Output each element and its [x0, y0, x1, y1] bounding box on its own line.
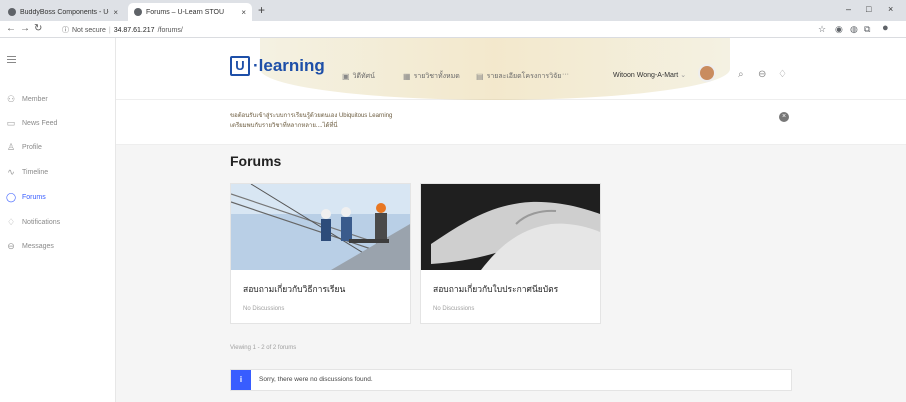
forum-title[interactable]: สอบถามเกี่ยวกับใบประกาศนียบัตร	[433, 282, 558, 296]
sidebar-item-profile[interactable]: ♙ Profile	[6, 140, 42, 154]
welcome-notice: ขอต้อนรับเข้าสู่ระบบการเรียนรู้ด้วยตนเอง…	[116, 100, 906, 145]
info-message: Sorry, there were no discussions found.	[259, 376, 373, 383]
search-icon[interactable]: ⌕	[738, 69, 744, 80]
bell-icon[interactable]: ♢	[778, 69, 787, 80]
forums-icon: ◯	[6, 191, 17, 202]
security-label: Not secure	[72, 26, 106, 34]
new-tab-button[interactable]: +	[258, 3, 265, 17]
puzzle-icon[interactable]: ⧉	[864, 24, 870, 35]
site-header: U ·learning ▣ วิดีทัศน์ ▦ รายวิชาทั้งหมด…	[116, 38, 906, 100]
sidebar-item-messages[interactable]: ⊖ Messages	[6, 239, 54, 253]
forum-discussion-count: No Discussions	[243, 306, 285, 312]
header-watermark	[260, 38, 730, 100]
tab-title: BuddyBoss Components - U-Lea	[20, 8, 109, 16]
maximize-button[interactable]: □	[866, 4, 871, 14]
info-icon: i	[231, 370, 251, 390]
sidebar: ⚇ Member ▭ News Feed ♙ Profile ∿ Timelin…	[0, 38, 116, 402]
notice-line-1: ขอต้อนรับเข้าสู่ระบบการเรียนรู้ด้วยตนเอง…	[230, 113, 393, 119]
sidebar-item-label: Forums	[22, 193, 46, 201]
menu-more-button[interactable]: ···	[562, 71, 569, 78]
sidebar-item-label: Timeline	[22, 168, 49, 176]
menu-toggle-icon[interactable]	[7, 56, 16, 65]
user-name: Witoon Wong-A-Mart	[613, 72, 679, 79]
page-title: Forums	[230, 153, 282, 169]
forum-card[interactable]: สอบถามเกี่ยวกับวิธีการเรียน No Discussio…	[230, 183, 411, 324]
sidebar-item-forums[interactable]: ◯ Forums	[6, 190, 46, 204]
forward-icon[interactable]: →	[20, 23, 30, 34]
menu-item-research[interactable]: ▤ รายละเอียดโครงการวิจัย	[476, 71, 561, 82]
reload-icon[interactable]: ↻	[34, 23, 42, 34]
url-field[interactable]: ⓘ Not secure | 34.87.61.217/forums/	[62, 24, 183, 36]
news-feed-icon: ▭	[6, 117, 16, 128]
close-notice-icon[interactable]: ×	[779, 112, 789, 122]
notifications-icon: ♢	[6, 216, 16, 227]
timeline-icon: ∿	[7, 166, 15, 177]
minimize-button[interactable]: –	[846, 4, 851, 14]
chevron-down-icon: ⌄	[680, 72, 687, 79]
messages-icon[interactable]: ⊖	[758, 69, 766, 80]
sidebar-item-notifications[interactable]: ♢ Notifications	[6, 215, 60, 229]
sidebar-item-member[interactable]: ⚇ Member	[6, 92, 48, 106]
sidebar-item-label: News Feed	[22, 119, 58, 127]
info-icon[interactable]: ⓘ	[62, 25, 69, 35]
extension-icon[interactable]: ◉	[835, 24, 843, 35]
extension-icon[interactable]: ◍	[850, 24, 858, 35]
url-host: 34.87.61.217	[113, 26, 155, 34]
menu-item-label: รายละเอียดโครงการวิจัย	[486, 73, 562, 80]
sidebar-item-label: Notifications	[22, 218, 61, 226]
profile-icon: ♙	[6, 141, 16, 152]
forum-discussion-count: No Discussions	[433, 306, 475, 312]
favicon-icon	[134, 8, 142, 16]
user-menu[interactable]: Witoon Wong-A-Mart ⌄	[613, 71, 686, 79]
logo-wordmark: ·learning	[253, 56, 325, 75]
site-logo[interactable]: U ·learning	[230, 56, 325, 76]
tab-title: Forums – U-Learn STOU	[146, 8, 225, 16]
info-message-box: i Sorry, there were no discussions found…	[230, 369, 792, 391]
sidebar-item-timeline[interactable]: ∿ Timeline	[6, 165, 48, 179]
browser-tab-buddyboss[interactable]: BuddyBoss Components - U-Lea ×	[2, 3, 124, 21]
video-icon: ▣	[342, 72, 350, 81]
courses-icon: ▦	[403, 72, 411, 81]
url-path: /forums/	[157, 26, 183, 34]
logo-mark: U	[230, 56, 250, 76]
sidebar-item-label: Messages	[22, 242, 54, 250]
avatar[interactable]	[698, 64, 716, 82]
favicon-icon	[8, 8, 16, 16]
member-icon: ⚇	[6, 93, 16, 104]
address-bar: ← → ↻ ⓘ Not secure | 34.87.61.217/forums…	[0, 21, 906, 38]
sidebar-item-label: Profile	[22, 143, 42, 151]
close-window-button[interactable]: ×	[888, 4, 893, 14]
sidebar-item-label: Member	[22, 95, 48, 103]
research-icon: ▤	[476, 72, 484, 81]
browser-tab-forums[interactable]: Forums – U-Learn STOU ×	[128, 3, 252, 21]
sidebar-item-news-feed[interactable]: ▭ News Feed	[6, 116, 58, 130]
notice-line-2[interactable]: เตรียมพบกับรายวิชาที่หลากหลาย....ได้ที่น…	[230, 120, 338, 130]
close-tab-icon[interactable]: ×	[241, 8, 246, 17]
close-tab-icon[interactable]: ×	[113, 8, 118, 17]
browser-tab-bar: BuddyBoss Components - U-Lea × Forums – …	[0, 0, 906, 21]
menu-item-courses[interactable]: ▦ รายวิชาทั้งหมด	[403, 71, 460, 82]
more-icon: ···	[562, 71, 569, 78]
menu-item-label: วิดีทัศน์	[352, 73, 375, 80]
back-icon[interactable]: ←	[6, 23, 16, 34]
menu-item-label: รายวิชาทั้งหมด	[413, 73, 460, 80]
account-icon[interactable]: ●	[882, 22, 889, 34]
messages-icon: ⊖	[7, 240, 15, 251]
menu-item-video[interactable]: ▣ วิดีทัศน์	[342, 71, 375, 82]
forum-title[interactable]: สอบถามเกี่ยวกับวิธีการเรียน	[243, 282, 345, 296]
forum-card[interactable]: สอบถามเกี่ยวกับใบประกาศนียบัตร No Discus…	[420, 183, 601, 324]
pagination-count: Viewing 1 - 2 of 2 forums	[230, 345, 297, 351]
forum-image-hands[interactable]	[421, 184, 600, 270]
forum-image-workers[interactable]	[231, 184, 410, 270]
star-icon[interactable]: ☆	[818, 24, 826, 35]
